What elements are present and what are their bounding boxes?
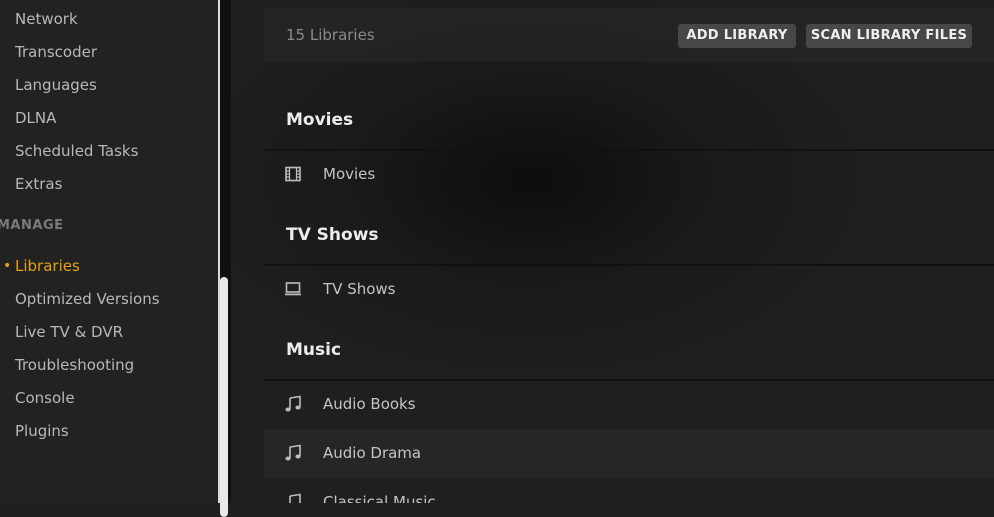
sidebar-item-live-tv-dvr[interactable]: Live TV & DVR (15, 322, 123, 342)
scrollbar-thumb[interactable] (220, 277, 228, 517)
sidebar-item-dlna[interactable]: DLNA (15, 108, 56, 128)
library-name: Classical Music (323, 493, 436, 503)
sidebar-item-transcoder[interactable]: Transcoder (15, 42, 97, 62)
sidebar-item-scheduled-tasks[interactable]: Scheduled Tasks (15, 141, 138, 161)
libraries-toolbar: 15 Libraries ADD LIBRARY SCAN LIBRARY FI… (264, 8, 994, 62)
sidebar-item-libraries[interactable]: • Libraries (3, 256, 80, 276)
add-library-button[interactable]: ADD LIBRARY (678, 24, 796, 48)
library-row-audio-books[interactable]: Audio Books (264, 381, 994, 429)
library-name: TV Shows (323, 280, 396, 298)
music-note-icon (285, 444, 301, 461)
library-name: Movies (323, 165, 376, 183)
sidebar-item-troubleshooting[interactable]: Troubleshooting (15, 355, 134, 375)
sidebar-item-plugins[interactable]: Plugins (15, 421, 69, 441)
sidebar: Network Transcoder Languages DLNA Schedu… (0, 0, 218, 503)
sidebar-item-languages[interactable]: Languages (15, 75, 97, 95)
sidebar-scrollbar[interactable] (218, 0, 231, 517)
music-note-icon (289, 493, 301, 503)
group-title-tv-shows: TV Shows (286, 225, 379, 245)
group-title-music: Music (286, 340, 342, 360)
library-row-movies[interactable]: Movies (264, 151, 994, 199)
group-title-movies: Movies (286, 110, 354, 130)
library-name: Audio Drama (323, 444, 422, 462)
library-count: 15 Libraries (286, 26, 375, 44)
sidebar-item-extras[interactable]: Extras (15, 174, 62, 194)
film-icon (285, 166, 301, 182)
manage-section-heading: MANAGE (0, 218, 64, 233)
library-row-classical-music[interactable]: Classical Music (264, 479, 994, 503)
music-note-icon (285, 395, 301, 412)
active-indicator: • (3, 258, 12, 274)
tv-icon (285, 282, 301, 296)
sidebar-item-label: Libraries (15, 257, 80, 275)
library-row-audio-drama[interactable]: Audio Drama (264, 430, 994, 478)
sidebar-item-optimized-versions[interactable]: Optimized Versions (15, 289, 160, 309)
scan-library-files-button[interactable]: SCAN LIBRARY FILES (806, 24, 972, 48)
libraries-panel: 15 Libraries ADD LIBRARY SCAN LIBRARY FI… (231, 0, 994, 503)
sidebar-item-network[interactable]: Network (15, 9, 78, 29)
sidebar-item-console[interactable]: Console (15, 388, 75, 408)
library-name: Audio Books (323, 395, 416, 413)
library-row-tv-shows[interactable]: TV Shows (264, 266, 994, 314)
